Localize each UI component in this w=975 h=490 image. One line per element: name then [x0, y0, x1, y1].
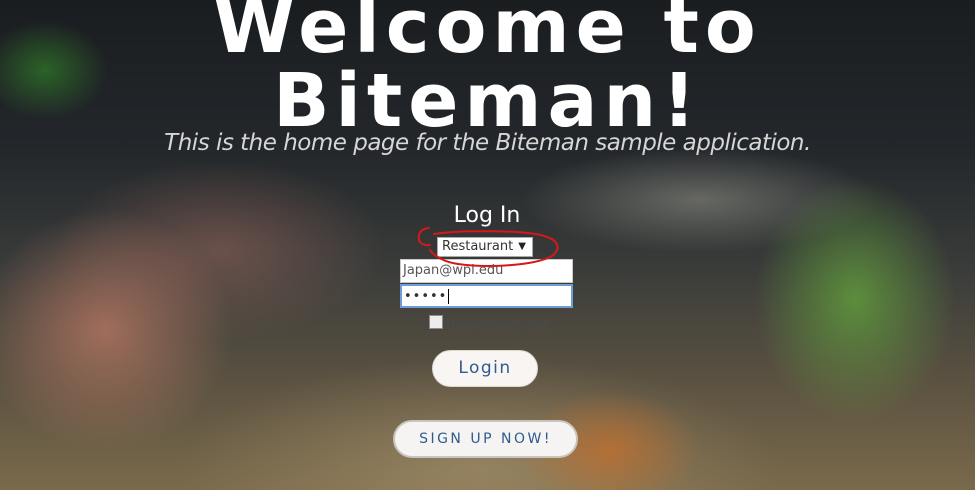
password-field[interactable]: •••••: [400, 284, 573, 308]
login-button[interactable]: Login: [432, 350, 538, 387]
text-cursor: [448, 289, 450, 304]
page-title: Welcome to Biteman!: [213, 0, 762, 144]
red-annotation-scribble: [417, 227, 559, 267]
page-subtitle: This is the home page for the Biteman sa…: [164, 130, 811, 156]
remember-me: Remember me: [429, 315, 550, 335]
remember-me-label: Remember me: [446, 317, 550, 333]
password-value: •••••: [404, 289, 448, 304]
login-heading: Log In: [453, 203, 521, 228]
remember-me-checkbox[interactable]: [429, 315, 443, 329]
sign-up-button[interactable]: SIGN UP NOW!: [393, 420, 578, 458]
